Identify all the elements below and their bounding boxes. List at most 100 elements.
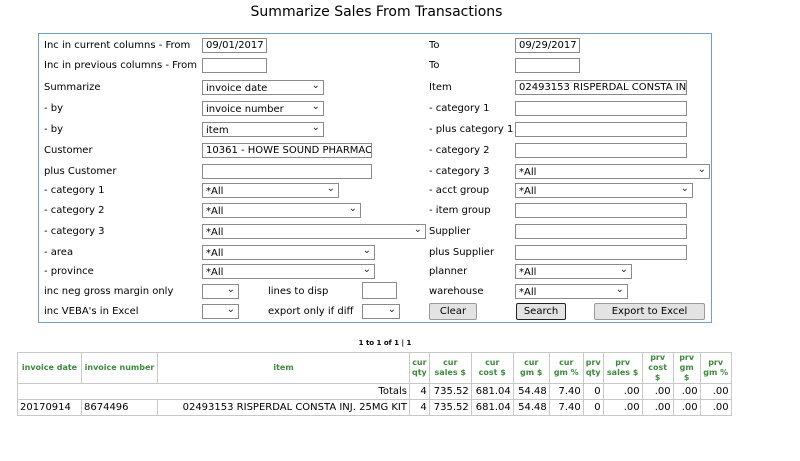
warehouse-label: warehouse	[429, 286, 484, 297]
acct-group-select[interactable]: *All ⌄	[515, 183, 693, 198]
search-button[interactable]: Search	[516, 303, 566, 320]
summarize-label: Summarize	[44, 82, 101, 93]
supplier-input[interactable]	[515, 224, 687, 239]
col-prv-gm-pct[interactable]: prv gm %	[699, 352, 732, 384]
current-from-date-input[interactable]: 09/01/2017	[202, 38, 267, 53]
plus-customer-label: plus Customer	[44, 166, 117, 177]
totals-prv-qty: 0	[582, 383, 604, 400]
inc-neg-label: inc neg gross margin only	[44, 286, 174, 297]
warehouse-select[interactable]: *All ⌄	[515, 284, 628, 299]
totals-cur-gm: 54.48	[512, 383, 550, 400]
inc-veba-select[interactable]: ⌄	[202, 304, 239, 319]
clear-button[interactable]: Clear	[429, 303, 477, 320]
inc-current-label: Inc in current columns - From	[44, 40, 191, 51]
lines-to-disp-input[interactable]	[362, 282, 397, 299]
item-group-input[interactable]	[515, 203, 687, 218]
col-prv-qty[interactable]: prv qty	[582, 352, 604, 384]
pagination-page-link[interactable]: 1	[406, 339, 411, 347]
totals-cur-gm-pct: 7.40	[548, 383, 584, 400]
cell-prv-gm-pct: .00	[699, 399, 732, 416]
area-label: - area	[44, 247, 74, 258]
chevron-down-icon: ⌄	[619, 264, 628, 275]
by2-select[interactable]: item ⌄	[202, 122, 324, 137]
col-prv-cost[interactable]: prv cost $	[641, 352, 674, 384]
customer-category1-label: - category 1	[44, 185, 105, 196]
col-cur-qty[interactable]: cur qty	[409, 352, 430, 384]
col-item[interactable]: item	[157, 352, 410, 384]
plus-supplier-input[interactable]	[515, 245, 687, 260]
plus-supplier-label: plus Supplier	[429, 247, 495, 258]
customer-category2-select[interactable]: *All ⌄	[202, 203, 361, 218]
planner-label: planner	[429, 266, 468, 277]
item-label: Item	[429, 82, 452, 93]
cell-cur-gm-pct: 7.40	[548, 399, 584, 416]
totals-prv-gm-pct: .00	[699, 383, 732, 400]
export-only-select[interactable]: ⌄	[362, 304, 400, 319]
customer-input[interactable]: 10361 - HOWE SOUND PHARMAC	[202, 143, 372, 158]
item-category2-input[interactable]	[515, 143, 687, 158]
current-to-label: To	[429, 40, 440, 51]
col-cur-sales[interactable]: cur sales $	[428, 352, 472, 384]
cell-cur-sales: 735.52	[428, 399, 472, 416]
item-input[interactable]: 02493153 RISPERDAL CONSTA INJ	[515, 80, 687, 95]
current-to-date-input[interactable]: 09/29/2017	[515, 38, 580, 53]
table-header-row: invoice date invoice number item cur qty …	[17, 352, 732, 384]
chevron-down-icon: ⌄	[311, 101, 320, 112]
customer-category3-select[interactable]: *All ⌄	[202, 224, 426, 239]
pagination-range: 1 to 1 of 1	[358, 339, 400, 347]
plus-category1-input[interactable]	[515, 122, 687, 137]
province-label: - province	[44, 266, 94, 277]
summarize-select[interactable]: invoice date ⌄	[202, 80, 324, 95]
planner-select[interactable]: *All ⌄	[515, 264, 632, 279]
previous-to-label: To	[429, 60, 440, 71]
cell-invoice-number: 8674496	[81, 399, 158, 416]
inc-previous-label: Inc in previous columns - From	[44, 60, 197, 71]
col-cur-cost[interactable]: cur cost $	[470, 352, 514, 384]
chevron-down-icon: ⌄	[311, 122, 320, 133]
totals-label: Totals	[17, 383, 410, 400]
plus-customer-input[interactable]	[202, 164, 372, 179]
totals-cur-sales: 735.52	[428, 383, 472, 400]
chevron-down-icon: ⌄	[680, 183, 689, 194]
table-row: 20170914 8674496 02493153 RISPERDAL CONS…	[17, 399, 732, 416]
col-prv-sales[interactable]: prv sales $	[602, 352, 643, 384]
col-prv-gm[interactable]: prv gm $	[672, 352, 701, 384]
item-category2-label: - category 2	[429, 145, 490, 156]
previous-from-date-input[interactable]	[202, 58, 267, 73]
results-table: invoice date invoice number item cur qty …	[17, 352, 732, 416]
province-select[interactable]: *All ⌄	[202, 264, 375, 279]
export-to-excel-button[interactable]: Export to Excel	[594, 303, 705, 320]
item-category1-input[interactable]	[515, 101, 687, 116]
page-title: Summarize Sales From Transactions	[250, 4, 503, 20]
col-invoice-number[interactable]: invoice number	[81, 352, 158, 384]
chevron-down-icon: ⌄	[226, 304, 235, 315]
col-invoice-date[interactable]: invoice date	[17, 352, 82, 384]
chevron-down-icon: ⌄	[326, 183, 335, 194]
cell-prv-sales: .00	[602, 399, 643, 416]
previous-to-date-input[interactable]	[515, 58, 580, 73]
area-select[interactable]: *All ⌄	[202, 245, 375, 260]
col-cur-gm[interactable]: cur gm $	[512, 352, 550, 384]
item-category3-label: - category 3	[429, 166, 490, 177]
cell-cur-gm: 54.48	[512, 399, 550, 416]
pagination: 1 to 1 of 1 | 1	[0, 339, 770, 347]
chevron-down-icon: ⌄	[362, 264, 371, 275]
inc-veba-label: inc VEBA's in Excel	[44, 306, 139, 317]
customer-category1-select[interactable]: *All ⌄	[202, 183, 339, 198]
totals-cur-cost: 681.04	[470, 383, 514, 400]
chevron-down-icon: ⌄	[311, 80, 320, 91]
item-category3-select[interactable]: *All ⌄	[515, 164, 710, 179]
col-cur-gm-pct[interactable]: cur gm %	[548, 352, 584, 384]
supplier-label: Supplier	[429, 226, 471, 237]
chevron-down-icon: ⌄	[413, 224, 422, 235]
cell-cur-qty: 4	[409, 399, 430, 416]
inc-neg-select[interactable]: ⌄	[202, 284, 239, 299]
chevron-down-icon: ⌄	[697, 164, 706, 175]
cell-prv-gm: .00	[672, 399, 701, 416]
cell-prv-qty: 0	[582, 399, 604, 416]
cell-prv-cost: .00	[641, 399, 674, 416]
lines-to-disp-label: lines to disp	[268, 286, 329, 297]
chevron-down-icon: ⌄	[226, 284, 235, 295]
by1-select[interactable]: invoice number ⌄	[202, 101, 324, 116]
totals-prv-sales: .00	[602, 383, 643, 400]
